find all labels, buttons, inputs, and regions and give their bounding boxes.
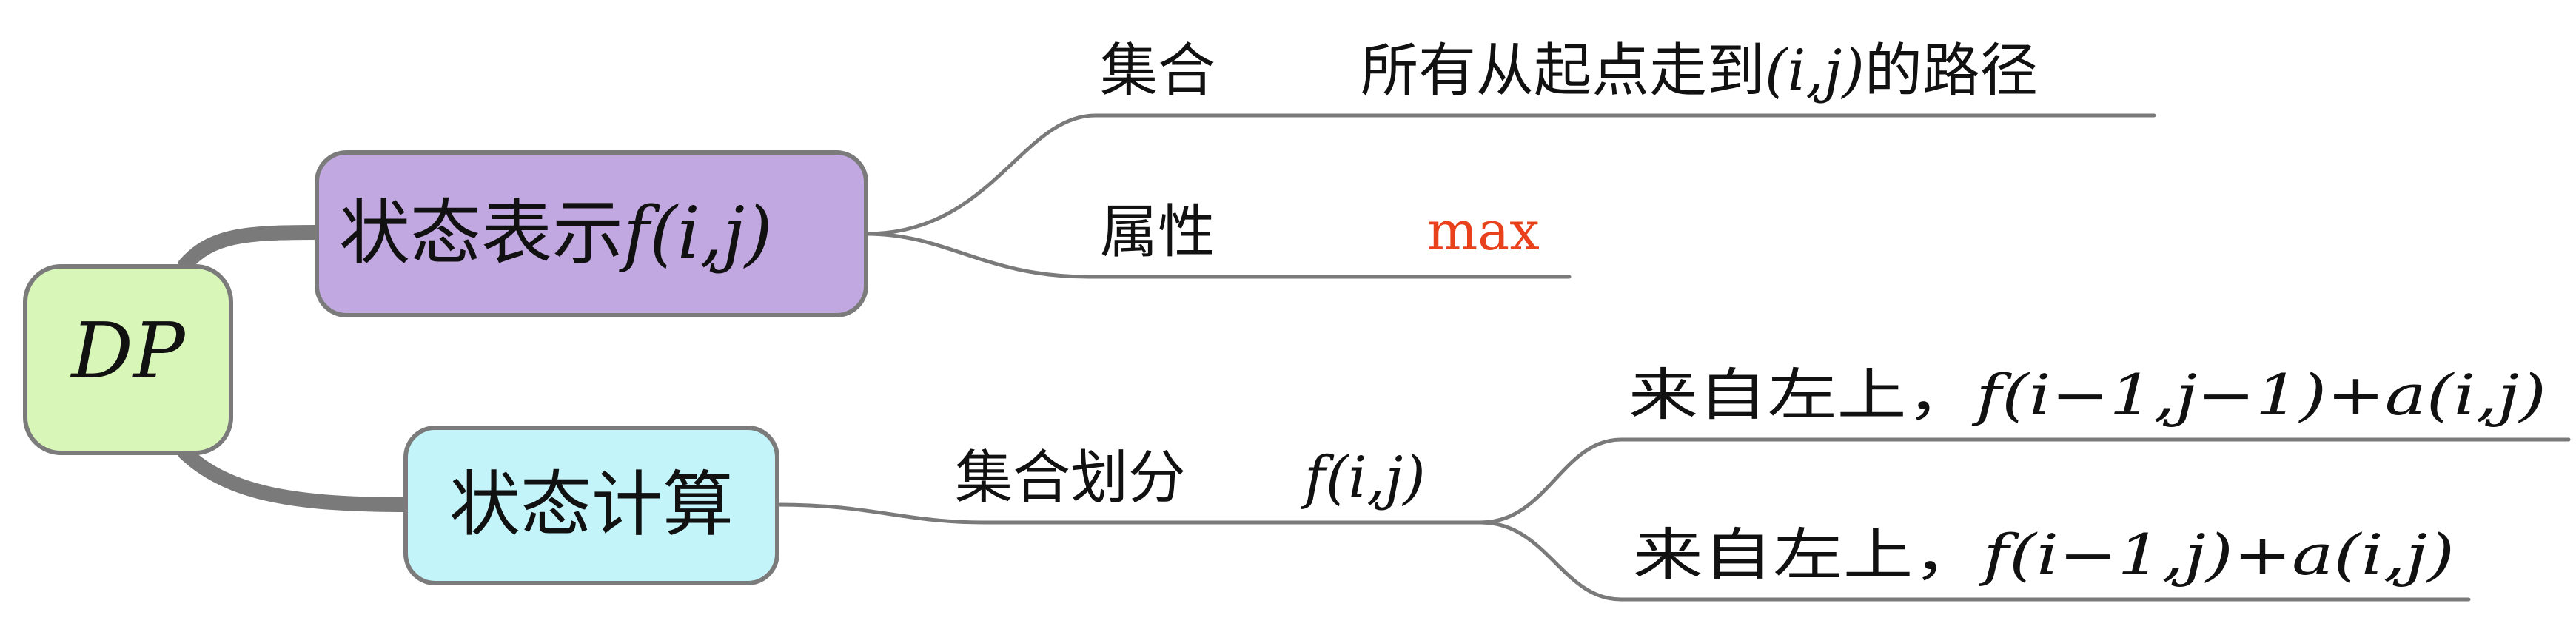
- leaf-set-value-text: 所有从起点走到: [1361, 38, 1765, 104]
- leaf-attribute-label: 属性: [1100, 199, 1215, 266]
- connector-partition-to-upper-left: [1478, 437, 2571, 525]
- leaf-partition-formula: f(i,j): [1301, 445, 1426, 511]
- leaf-upper-left-row: 来自左上， f(i−1,j−1)+a(i,j): [1629, 362, 2546, 428]
- leaf-upper-left-2-row: 来自左上， f(i−1,j)+a(i,j): [1633, 522, 2455, 588]
- root-label: DP: [70, 306, 186, 396]
- state-representation-formula: f(i,j): [619, 192, 772, 275]
- state-representation-label: 状态表示f(i,j): [339, 192, 772, 275]
- leaf-upper-left-label: 来自左上，: [1629, 362, 1976, 428]
- leaf-set-suffix: 的路径: [1865, 38, 2038, 104]
- state-representation-text: 状态表示: [339, 192, 623, 275]
- mind-map-diagram: DP 状态表示f(i,j) 状态计算 集合 所有从起点走到(i,j)的路径 属性…: [23, 38, 2571, 602]
- leaf-upper-left-2-label: 来自左上，: [1633, 522, 1983, 588]
- leaf-upper-left-formula: f(i−1,j−1)+a(i,j): [1971, 362, 2546, 428]
- branch-root-to-state-repr: [178, 225, 324, 272]
- leaf-set-value: 所有从起点走到(i,j)的路径: [1361, 38, 2038, 104]
- leaf-upper-left-2-formula: f(i−1,j)+a(i,j): [1979, 522, 2455, 588]
- leaf-partition-label: 集合划分: [955, 445, 1186, 511]
- leaf-attribute-value: max: [1427, 200, 1540, 262]
- state-computation-label: 状态计算: [449, 463, 734, 546]
- branch-root-to-state-calc: [178, 446, 413, 512]
- leaf-set-formula: (i,j): [1765, 38, 1865, 104]
- leaf-set-label: 集合: [1100, 38, 1215, 104]
